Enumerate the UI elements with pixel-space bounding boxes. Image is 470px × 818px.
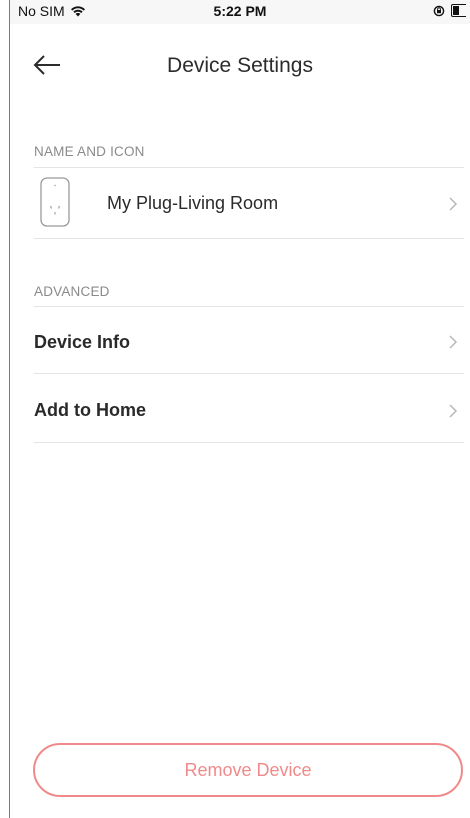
add-to-home-label: Add to Home: [34, 400, 146, 420]
device-settings-screen: No SIM 5:22 PM Device Settings NAME AND …: [0, 0, 470, 818]
remove-device-button[interactable]: Remove Device: [33, 743, 463, 797]
divider: [34, 442, 464, 443]
device-info-label: Device Info: [34, 332, 131, 352]
device-name: My Plug-Living Room: [107, 193, 279, 213]
chevron-right-icon: [449, 404, 458, 418]
device-name-row[interactable]: My Plug-Living Room: [10, 168, 470, 238]
chevron-right-icon: [449, 197, 458, 211]
orientation-lock-icon: [433, 5, 445, 16]
status-right: [433, 4, 466, 17]
nav-bar: Device Settings: [10, 24, 470, 114]
section-header-advanced: ADVANCED: [34, 284, 110, 299]
status-time: 5:22 PM: [213, 3, 267, 19]
add-to-home-row[interactable]: Add to Home: [10, 374, 470, 442]
status-bar: No SIM 5:22 PM: [10, 0, 470, 24]
chevron-right-icon: [449, 335, 458, 349]
page-title: Device Settings: [167, 54, 313, 77]
device-info-row[interactable]: Device Info: [10, 307, 470, 373]
divider: [34, 238, 464, 239]
smart-plug-icon: [40, 177, 70, 227]
section-header-name-and-icon: NAME AND ICON: [34, 144, 145, 159]
battery-icon: [451, 4, 466, 17]
